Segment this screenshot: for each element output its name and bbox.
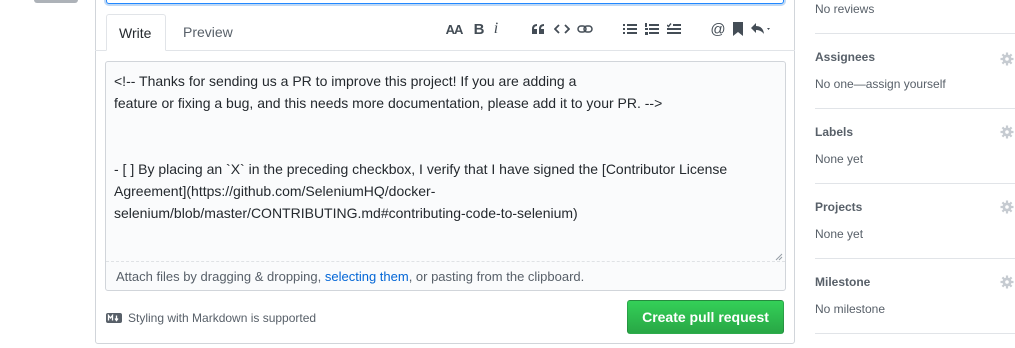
- sidebar-labels: Labels None yet: [815, 125, 1015, 166]
- milestone-value: No milestone: [815, 302, 886, 316]
- select-files-link[interactable]: selecting them: [325, 269, 409, 284]
- file-drop-zone[interactable]: Attach files by dragging & dropping, sel…: [106, 261, 785, 290]
- toolbar-list-group: [622, 19, 682, 39]
- reviewers-value: No reviews: [815, 2, 875, 16]
- sidebar-divider: [815, 33, 1015, 34]
- assignees-heading[interactable]: Assignees: [815, 50, 1015, 64]
- labels-heading[interactable]: Labels: [815, 125, 1015, 139]
- code-icon[interactable]: [551, 19, 573, 39]
- comment-editor: <!-- Thanks for sending us a PR to impro…: [105, 61, 786, 291]
- labels-gear-icon[interactable]: [1000, 125, 1014, 139]
- markdown-note-text[interactable]: Styling with Markdown is supported: [128, 311, 316, 325]
- assignees-gear-icon[interactable]: [1000, 52, 1014, 66]
- mention-icon[interactable]: @: [710, 19, 726, 39]
- toolbar-insert-group: [529, 19, 595, 39]
- sidebar-milestone: Milestone No milestone: [815, 275, 1015, 316]
- sidebar-divider: [815, 108, 1015, 109]
- reference-icon[interactable]: [730, 19, 746, 39]
- milestone-gear-icon[interactable]: [1000, 275, 1014, 289]
- sidebar-projects: Projects None yet: [815, 200, 1015, 241]
- bold-icon[interactable]: B: [470, 19, 488, 39]
- text-size-icon[interactable]: AA: [444, 19, 464, 39]
- assignees-value[interactable]: No one—assign yourself: [815, 77, 1015, 91]
- markdown-note: Styling with Markdown is supported: [106, 311, 316, 325]
- sidebar-divider: [815, 333, 1015, 334]
- sidebar-divider: [815, 183, 1015, 184]
- italic-icon[interactable]: i: [490, 19, 502, 39]
- projects-value: None yet: [815, 227, 864, 241]
- tab-write[interactable]: Write: [106, 14, 166, 51]
- milestone-heading[interactable]: Milestone: [815, 275, 1015, 289]
- labels-value: None yet: [815, 152, 864, 166]
- title-input[interactable]: [106, 0, 784, 4]
- sidebar-divider: [815, 258, 1015, 259]
- markdown-icon: [106, 313, 122, 323]
- link-icon[interactable]: [575, 19, 595, 39]
- tab-preview[interactable]: Preview: [171, 14, 245, 51]
- create-pull-request-button[interactable]: Create pull request: [627, 300, 784, 334]
- toolbar-misc-group: @: [710, 19, 774, 39]
- ordered-list-icon[interactable]: [644, 19, 660, 39]
- author-avatar: [34, 0, 78, 3]
- quote-icon[interactable]: [529, 19, 547, 39]
- unordered-list-icon[interactable]: [622, 19, 638, 39]
- projects-heading[interactable]: Projects: [815, 200, 1015, 214]
- comment-body-textarea[interactable]: <!-- Thanks for sending us a PR to impro…: [106, 62, 785, 261]
- reply-icon[interactable]: [748, 19, 774, 39]
- sidebar-reviewers: No reviews: [815, 2, 1015, 16]
- task-list-icon[interactable]: [666, 19, 682, 39]
- resize-grip-icon[interactable]: [773, 248, 783, 261]
- drop-hint-suffix: , or pasting from the clipboard.: [408, 269, 585, 284]
- projects-gear-icon[interactable]: [1000, 200, 1014, 214]
- drop-hint-prefix: Attach files by dragging & dropping,: [116, 269, 325, 284]
- sidebar-assignees: Assignees No one—assign yourself: [815, 50, 1015, 91]
- toolbar-text-group: AA B i: [444, 19, 502, 39]
